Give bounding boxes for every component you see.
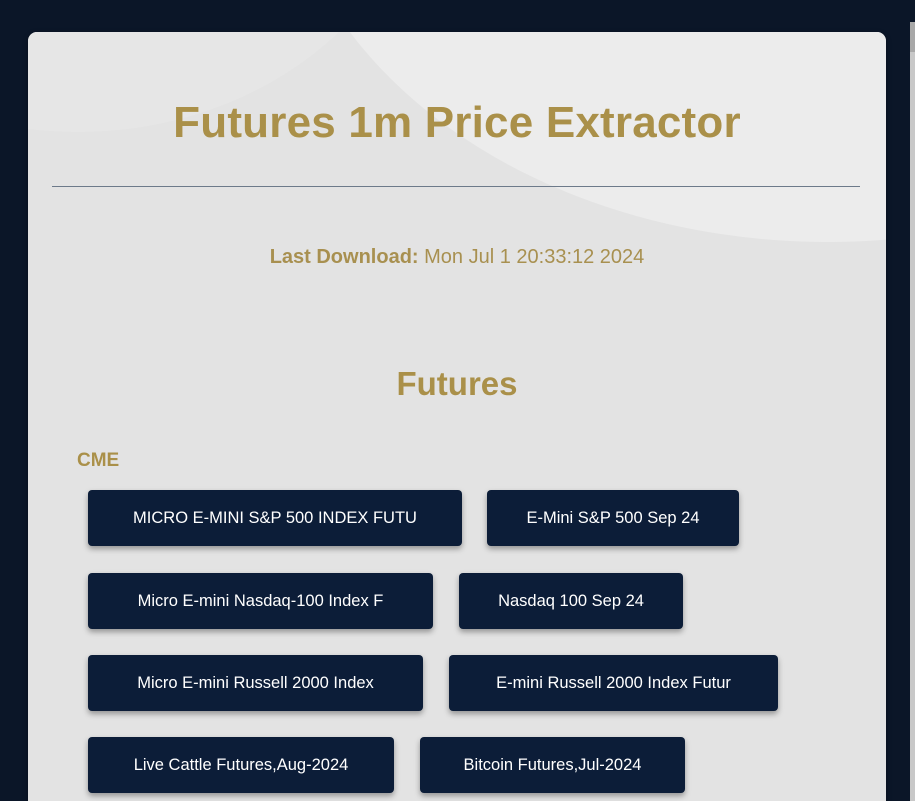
futures-button-micro-emini-nasdaq100[interactable]: Micro E-mini Nasdaq-100 Index F bbox=[88, 573, 433, 629]
last-download-status: Last Download: Mon Jul 1 20:33:12 2024 bbox=[28, 246, 886, 269]
futures-button-bitcoin[interactable]: Bitcoin Futures,Jul-2024 bbox=[420, 737, 685, 793]
divider bbox=[52, 186, 860, 187]
last-download-label: Last Download: bbox=[269, 246, 419, 268]
app-window: Futures 1m Price Extractor Last Download… bbox=[0, 0, 915, 801]
futures-button-micro-emini-sp500[interactable]: MICRO E-MINI S&P 500 INDEX FUTU bbox=[88, 490, 462, 546]
main-card: Futures 1m Price Extractor Last Download… bbox=[28, 32, 886, 801]
last-download-value: Mon Jul 1 20:33:12 2024 bbox=[418, 246, 645, 268]
exchange-group-label: CME bbox=[77, 450, 120, 471]
futures-section-title: Futures bbox=[396, 365, 518, 402]
scrollbar-thumb[interactable] bbox=[910, 22, 915, 52]
page-title: Futures 1m Price Extractor bbox=[173, 98, 741, 147]
futures-button-micro-emini-russell2000[interactable]: Micro E-mini Russell 2000 Index bbox=[88, 655, 423, 711]
futures-button-emini-sp500-sep24[interactable]: E-Mini S&P 500 Sep 24 bbox=[487, 490, 739, 546]
futures-button-emini-russell2000[interactable]: E-mini Russell 2000 Index Futur bbox=[449, 655, 778, 711]
futures-button-live-cattle[interactable]: Live Cattle Futures,Aug-2024 bbox=[88, 737, 394, 793]
futures-button-nasdaq100-sep24[interactable]: Nasdaq 100 Sep 24 bbox=[459, 573, 683, 629]
scrollbar[interactable] bbox=[910, 22, 915, 801]
